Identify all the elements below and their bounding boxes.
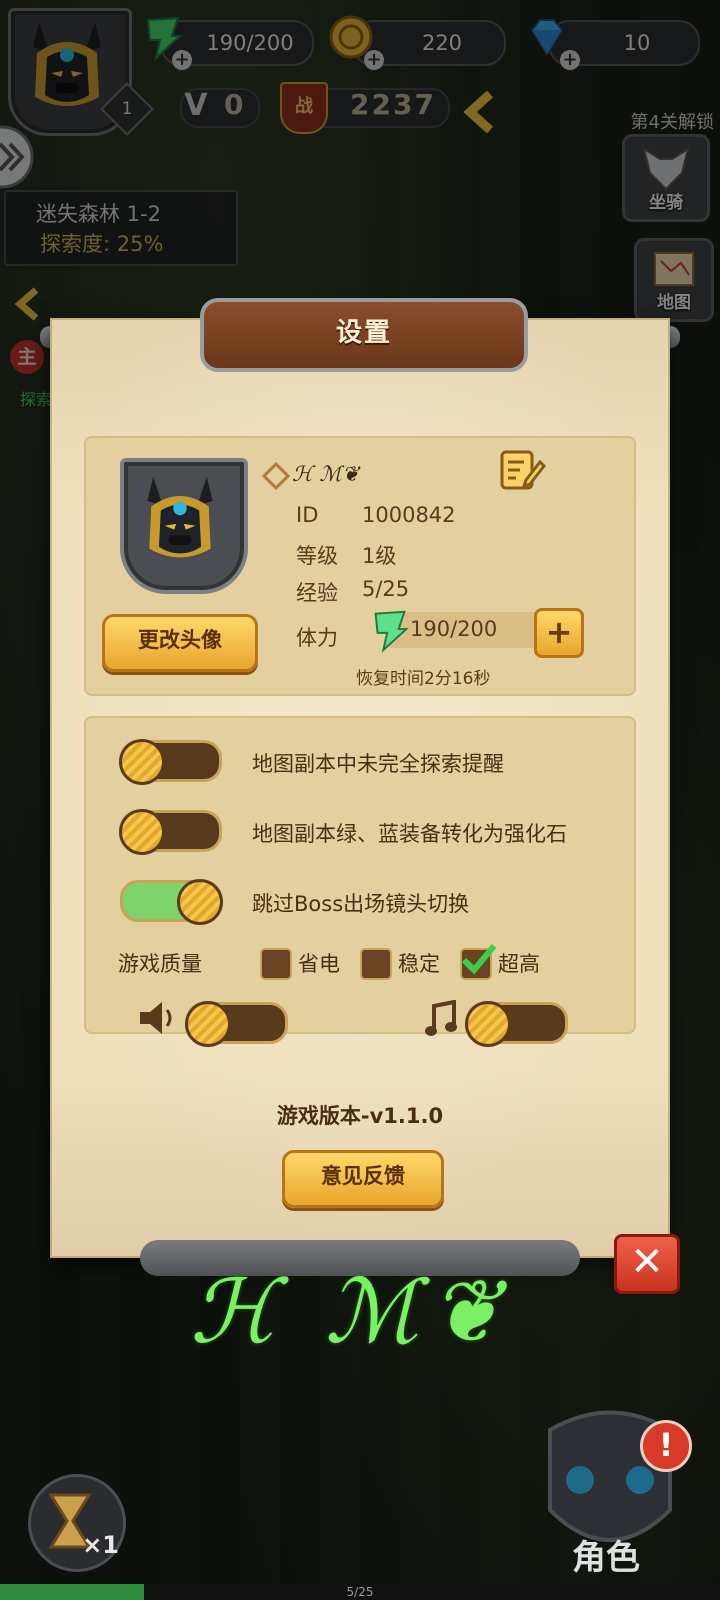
explore-reminder-label: 地图副本中未完全探索提醒 [252, 752, 504, 776]
settings-title: 设置 [200, 298, 528, 372]
exp-label: 经验 [296, 581, 338, 605]
stamina-leaf-icon [374, 610, 409, 653]
speaker-icon [140, 1002, 172, 1034]
game-version: 游戏版本-v1.1.0 [276, 1104, 444, 1128]
sound-toggle[interactable] [185, 1001, 288, 1047]
speed-multiplier: ×1 [82, 1531, 119, 1559]
change-avatar-button[interactable]: 更改头像 [102, 614, 258, 672]
stamina-profile-value: 190/200 [410, 617, 498, 641]
checkmark-icon [461, 944, 496, 974]
quality-stable-checkbox[interactable] [360, 948, 392, 980]
id-label: ID [296, 503, 319, 527]
add-stamina-button[interactable]: + [534, 608, 584, 658]
skip-boss-camera-toggle[interactable] [120, 879, 223, 925]
quality-ultra-checkbox[interactable] [460, 944, 496, 980]
toggle-knob [185, 1001, 231, 1047]
page-progress-bar: 5/25 [0, 1584, 720, 1600]
music-toggle[interactable] [465, 1001, 568, 1047]
level-value: 1级 [362, 544, 397, 568]
feedback-button[interactable]: 意见反馈 [282, 1150, 444, 1208]
music-note-icon [425, 1000, 457, 1036]
quality-label: 游戏质量 [118, 952, 202, 976]
explore-reminder-toggle[interactable] [119, 739, 222, 785]
anubis-portrait-icon [147, 476, 213, 558]
convert-gear-label: 地图副本绿、蓝装备转化为强化石 [252, 822, 567, 846]
edit-name-icon[interactable] [498, 448, 546, 492]
quality-power-save-label: 省电 [298, 952, 340, 976]
page-indicator: 5/25 [346, 1585, 374, 1599]
watermark-text: ℋ ℳ❦ [190, 1260, 513, 1363]
quality-stable-label: 稳定 [398, 952, 440, 976]
stamina-label: 体力 [296, 626, 338, 650]
id-value: 1000842 [362, 503, 456, 527]
quality-ultra-label: 超高 [498, 952, 540, 976]
convert-gear-toggle[interactable] [119, 809, 222, 855]
quality-power-save-checkbox[interactable] [260, 948, 292, 980]
toggle-knob [177, 879, 223, 925]
player-nickname: ℋ ℳ❦ [292, 462, 360, 486]
skip-boss-camera-label: 跳过Boss出场镜头切换 [252, 892, 470, 916]
toggle-knob [119, 739, 165, 785]
toggle-knob [465, 1001, 511, 1047]
toggle-knob [119, 809, 165, 855]
level-label: 等级 [296, 544, 338, 568]
stamina-recover-time: 恢复时间2分16秒 [356, 669, 491, 689]
close-button[interactable]: ✕ [614, 1234, 680, 1294]
role-label: 角色 [572, 1538, 640, 1578]
alert-badge: ! [640, 1420, 692, 1472]
exp-value: 5/25 [362, 577, 410, 601]
speed-button[interactable]: ×1 [28, 1474, 126, 1572]
profile-avatar [120, 458, 248, 594]
